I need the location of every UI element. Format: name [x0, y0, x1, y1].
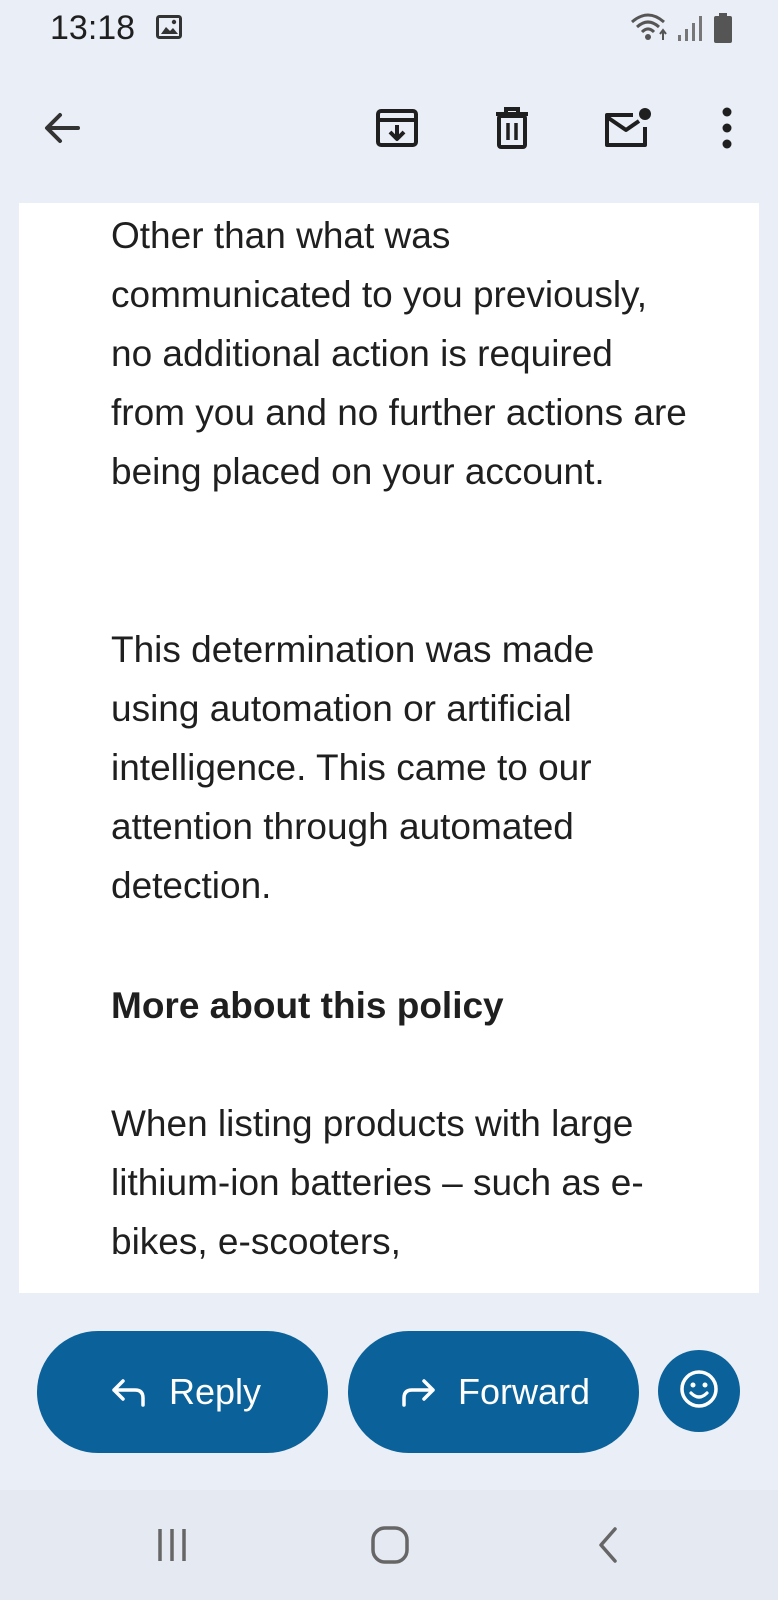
status-icons [630, 12, 734, 49]
reply-button[interactable]: Reply [37, 1331, 328, 1453]
home-icon[interactable] [360, 1520, 420, 1570]
policy-heading: More about this policy [111, 985, 504, 1026]
mark-unread-icon[interactable] [597, 98, 657, 158]
system-navigation-bar [0, 1490, 778, 1600]
recent-apps-icon[interactable] [142, 1520, 202, 1570]
body-paragraph-policy: When listing products with large lithium… [111, 1103, 644, 1262]
battery-icon [712, 12, 734, 49]
email-toolbar [0, 84, 778, 172]
back-icon[interactable] [578, 1520, 638, 1570]
body-paragraph-determination: This determination was made using automa… [111, 629, 595, 906]
back-arrow-icon[interactable] [32, 98, 92, 158]
status-bar: 13:18 [0, 0, 778, 58]
archive-icon[interactable] [367, 98, 427, 158]
forward-button[interactable]: Forward [348, 1331, 639, 1453]
reply-icon [99, 1375, 159, 1409]
forward-icon [388, 1375, 448, 1409]
gallery-icon [156, 15, 182, 44]
emoji-button[interactable] [658, 1350, 740, 1432]
email-body: Other than what was communicated to you … [19, 203, 759, 1293]
status-time: 13:18 [50, 9, 136, 47]
forward-label: Forward [458, 1371, 591, 1412]
delete-icon[interactable] [482, 98, 542, 158]
wifi-icon [630, 12, 670, 49]
signal-icon [676, 13, 706, 48]
more-options-icon[interactable] [697, 98, 757, 158]
body-paragraph-action: Other than what was communicated to you … [111, 215, 687, 492]
reply-label: Reply [169, 1371, 262, 1412]
emoji-icon [678, 1368, 720, 1415]
